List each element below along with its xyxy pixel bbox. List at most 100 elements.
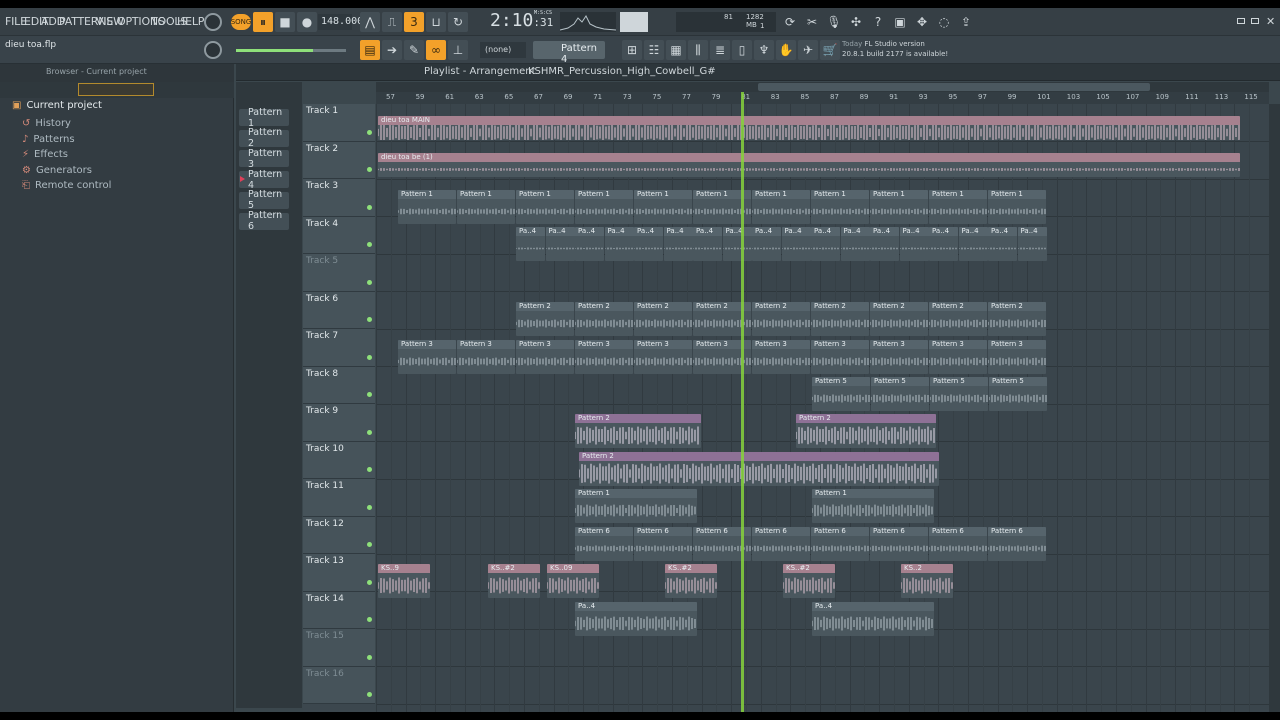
playlist-clip[interactable]: Pattern 5 xyxy=(871,377,929,411)
record-button[interactable]: ● xyxy=(297,12,317,32)
track-header-11[interactable]: Track 11 xyxy=(303,479,375,517)
playlist-clip[interactable]: Pa..4 xyxy=(634,227,663,261)
browser-root[interactable]: ▣ Current project xyxy=(12,100,102,111)
menu-help[interactable]: HELP xyxy=(177,15,204,28)
playlist-clip[interactable]: Pattern 3 xyxy=(811,340,869,374)
playlist-clip[interactable]: Pattern 2 xyxy=(634,302,692,336)
tempo-display[interactable]: 148.000 xyxy=(318,14,363,30)
playlist-clip[interactable]: Pa..4 xyxy=(988,227,1017,261)
playlist-clip[interactable]: Pattern 1 xyxy=(457,190,515,224)
window-minimize-icon[interactable] xyxy=(1237,18,1245,24)
track-mute-led[interactable] xyxy=(367,579,372,585)
track-mute-led[interactable] xyxy=(367,317,372,322)
playlist-clip[interactable]: Pattern 6 xyxy=(929,527,987,561)
plugin-icon[interactable]: ✥ xyxy=(912,12,932,32)
playlist-clip[interactable]: Pattern 1 xyxy=(870,190,928,224)
song-mode-toggle[interactable]: SONG xyxy=(231,14,251,30)
playlist-clip[interactable]: Pa..4 xyxy=(693,227,722,261)
playlist-clip[interactable]: Pattern 1 xyxy=(634,190,692,224)
playlist-clip[interactable]: Pa..4 xyxy=(1017,227,1047,261)
playlist-clip[interactable]: Pattern 2 xyxy=(811,302,869,336)
pattern-item-5[interactable]: Pattern 5 xyxy=(239,189,289,211)
plugin-picker-icon[interactable]: ♆ xyxy=(754,40,774,60)
track-mute-led[interactable] xyxy=(367,129,372,135)
playlist-clip[interactable]: Pattern 6 xyxy=(752,527,810,561)
browser-item-patterns[interactable]: ♪ Patterns xyxy=(22,134,75,145)
playlist-clip[interactable]: Pattern 6 xyxy=(634,527,692,561)
playlist-clip[interactable]: Pattern 1 xyxy=(516,190,574,224)
pattern-item-1[interactable]: Pattern 1 xyxy=(239,107,289,129)
track-header-4[interactable]: Track 4 xyxy=(303,216,375,254)
play-button[interactable]: ⏸ xyxy=(253,12,273,32)
track-mute-led[interactable] xyxy=(367,654,372,660)
playlist-clip[interactable]: Pattern 5 xyxy=(812,377,870,411)
pattern-item-3[interactable]: Pattern 3 xyxy=(239,148,289,170)
playlist-clip[interactable]: Pattern 5 xyxy=(930,377,988,411)
shop-icon[interactable]: 🛒 xyxy=(820,40,840,60)
playlist-clip[interactable]: dieu toa MAIN xyxy=(378,116,1240,140)
playlist-clip[interactable]: Pattern 3 xyxy=(988,340,1046,374)
playlist-clip[interactable]: Pattern 2 xyxy=(575,302,633,336)
browser-tab-selected[interactable] xyxy=(78,83,154,96)
track-mute-led[interactable] xyxy=(367,617,372,622)
tools-icon[interactable]: ✈ xyxy=(798,40,818,60)
playlist-clip[interactable]: Pattern 2 xyxy=(579,452,939,486)
playlist-clip[interactable]: Pa..4 xyxy=(663,227,693,261)
wait-record-icon[interactable]: ⎍ xyxy=(382,12,402,32)
track-header-8[interactable]: Track 8 xyxy=(303,366,375,404)
playlist-clip[interactable]: Pattern 3 xyxy=(929,340,987,374)
link-icon[interactable]: ∞ xyxy=(426,40,446,60)
browser-item-history[interactable]: ↺ History xyxy=(22,118,71,129)
track-mute-led[interactable] xyxy=(367,167,372,172)
playlist-clip[interactable]: KS..9 xyxy=(378,564,430,598)
playlist-clip[interactable]: Pattern 3 xyxy=(634,340,692,374)
playlist-clip[interactable]: Pattern 3 xyxy=(516,340,574,374)
pencil-icon[interactable]: ✎ xyxy=(404,40,424,60)
playlist-view-icon[interactable]: ▤ xyxy=(360,40,380,60)
track-mute-led[interactable] xyxy=(367,504,372,510)
playlist-clip[interactable]: Pattern 2 xyxy=(796,414,936,448)
channel-rack-icon[interactable]: ▦ xyxy=(666,40,686,60)
file-icon[interactable]: ▯ xyxy=(732,40,752,60)
playlist-clip[interactable]: Pa..4 xyxy=(516,227,545,261)
news-hint-panel[interactable]: Today FL Studio version 20.8.1 build 2177… xyxy=(842,39,952,61)
loop-record-icon[interactable]: ↻ xyxy=(448,12,468,32)
playlist-clip[interactable]: Pattern 6 xyxy=(870,527,928,561)
export-icon[interactable]: ⇪ xyxy=(956,12,976,32)
playlist-clip[interactable]: Pattern 2 xyxy=(516,302,574,336)
playlist-clip[interactable]: Pa..4 xyxy=(840,227,870,261)
track-header-15[interactable]: Track 15 xyxy=(303,629,375,667)
track-mute-led[interactable] xyxy=(367,204,372,210)
playlist-clip[interactable]: Pa..4 xyxy=(604,227,634,261)
countdown-icon[interactable]: 3 xyxy=(404,12,424,32)
clone-pattern-icon[interactable]: ⊞ xyxy=(622,40,642,60)
playlist-clip[interactable]: Pattern 1 xyxy=(988,190,1046,224)
mixer-view-icon[interactable]: ☷ xyxy=(644,40,664,60)
playlist-clip[interactable]: Pattern 2 xyxy=(752,302,810,336)
scrollbar-thumb[interactable] xyxy=(758,83,1150,91)
playhead[interactable] xyxy=(741,92,744,712)
pattern-item-4[interactable]: Pattern 4 xyxy=(239,169,289,191)
playlist-clip[interactable]: Pattern 6 xyxy=(988,527,1046,561)
track-header-5[interactable]: Track 5 xyxy=(303,254,375,292)
timeline-ruler[interactable]: 57 59 61 63 65 67 69 71 73 75 77 79 81 83 85 87 89 91 93 95… xyxy=(376,92,1269,104)
playlist-clip[interactable]: Pattern 1 xyxy=(398,190,456,224)
playlist-clip[interactable]: Pa..4 xyxy=(870,227,899,261)
playlist-clip[interactable]: Pa..4 xyxy=(781,227,811,261)
playlist-clip[interactable]: Pa..4 xyxy=(752,227,781,261)
playlist-clip[interactable]: Pattern 2 xyxy=(870,302,928,336)
track-header-12[interactable]: Track 12 xyxy=(303,516,375,554)
playlist-clip[interactable]: KS..#2 xyxy=(783,564,835,598)
master-pitch-knob[interactable] xyxy=(204,41,222,59)
track-header-3[interactable]: Track 3 xyxy=(303,179,375,217)
playlist-clip[interactable]: KS..#2 xyxy=(665,564,717,598)
mixer-icon[interactable]: ✂ xyxy=(802,12,822,32)
playlist-clip[interactable]: Pattern 3 xyxy=(398,340,456,374)
track-header-1[interactable]: Track 1 xyxy=(303,104,375,142)
browser-toggle-icon[interactable]: ≣ xyxy=(710,40,730,60)
stop-button[interactable]: ■ xyxy=(275,12,295,32)
playlist-clip[interactable]: KS..#2 xyxy=(488,564,540,598)
pattern-item-2[interactable]: Pattern 2 xyxy=(239,127,289,149)
browser-item-remote-control[interactable]: ⎗ Remote control xyxy=(22,180,111,191)
track-header-13[interactable]: Track 13 xyxy=(303,554,375,592)
